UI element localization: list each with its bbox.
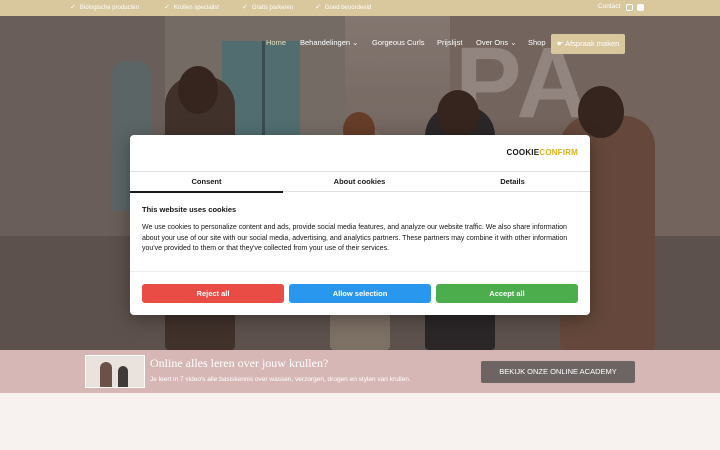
cookie-dialog: COOKIECONFIRM Consent About cookies Deta…	[130, 135, 590, 315]
academy-thumbnail	[85, 355, 145, 388]
academy-title: Online alles leren over jouw krullen?	[150, 356, 329, 370]
usp-item: ✓ Goed beoordeeld	[315, 4, 372, 11]
reject-all-button[interactable]: Reject all	[142, 284, 284, 303]
academy-subtitle: Je leert in 7 video's alle basiskennis o…	[150, 376, 411, 383]
check-icon: ✓	[164, 4, 170, 11]
tab-about-cookies[interactable]: About cookies	[283, 172, 436, 193]
tab-details[interactable]: Details	[436, 172, 589, 193]
check-icon: ✓	[242, 4, 248, 11]
top-bar: ✓ Biologische producten ✓ Krullen speciali…	[0, 0, 720, 16]
usp-item: ✓ Gratis parkeren	[242, 4, 294, 11]
usp-item: ✓ Biologische producten	[70, 4, 139, 11]
chevron-down-icon: ⌄	[510, 38, 517, 47]
cookie-tabs: Consent About cookies Details	[130, 171, 590, 193]
pointer-icon: ☛	[556, 39, 564, 48]
instagram-icon[interactable]	[626, 4, 633, 11]
nav-home[interactable]: Home	[266, 38, 286, 47]
cookieconfirm-logo: COOKIECONFIRM	[506, 148, 578, 157]
nav-prijslijst[interactable]: Prijslijst	[437, 38, 462, 47]
academy-banner: Online alles leren over jouw krullen? Je…	[0, 350, 720, 393]
book-appointment-button[interactable]: ☛ Afspraak maken	[551, 34, 625, 54]
nav-behandelingen[interactable]: Behandelingen ⌄	[300, 38, 358, 47]
nav-over-ons[interactable]: Over Ons ⌄	[476, 38, 516, 47]
cookie-text: We use cookies to personalize content an…	[142, 224, 568, 253]
divider	[130, 271, 590, 272]
tab-consent[interactable]: Consent	[130, 172, 283, 193]
allow-selection-button[interactable]: Allow selection	[289, 284, 431, 303]
usp-item: ✓ Krullen specialist	[164, 4, 219, 11]
nav-gorgeous-curls[interactable]: Gorgeous Curls	[372, 38, 425, 47]
chevron-down-icon: ⌄	[352, 38, 359, 47]
accept-all-button[interactable]: Accept all	[436, 284, 578, 303]
online-academy-button[interactable]: BEKIJK ONZE ONLINE ACADEMY	[481, 361, 635, 383]
nav-shop[interactable]: Shop	[528, 38, 546, 47]
check-icon: ✓	[315, 4, 321, 11]
contact-link[interactable]: Contact	[598, 3, 620, 10]
cookie-title: This website uses cookies	[142, 205, 237, 214]
check-icon: ✓	[70, 4, 76, 11]
facebook-icon[interactable]	[637, 4, 644, 11]
